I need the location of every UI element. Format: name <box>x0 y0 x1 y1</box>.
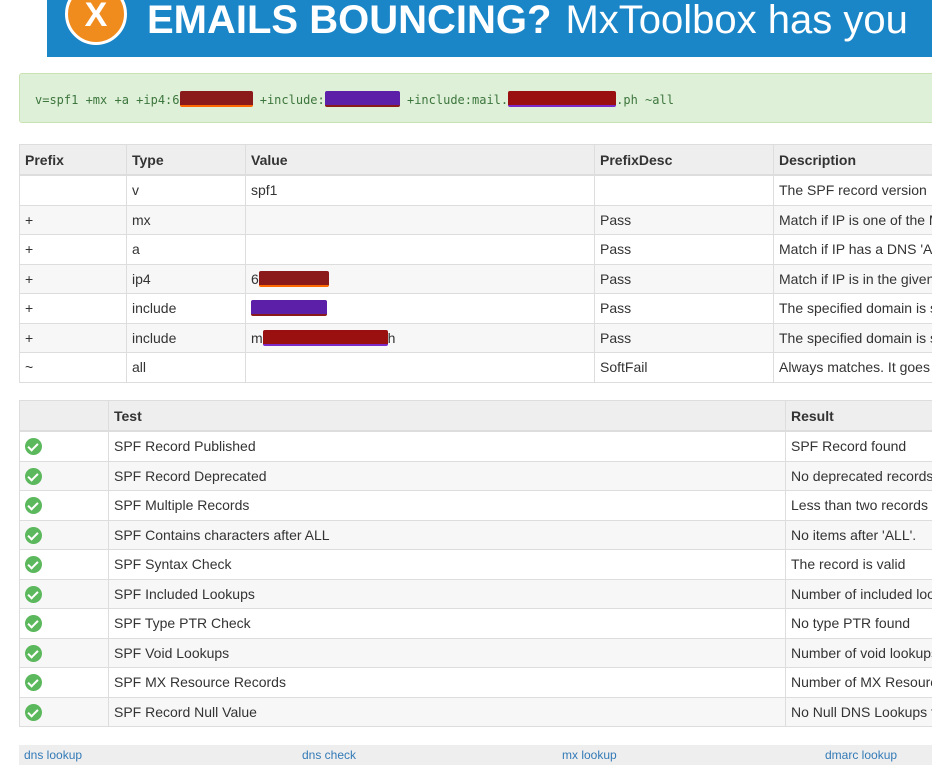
redaction <box>251 300 327 316</box>
check-icon <box>25 438 42 455</box>
table-row: SPF MX Resource RecordsNumber of MX Reso… <box>20 668 932 698</box>
check-icon <box>25 615 42 632</box>
col-status <box>20 401 109 432</box>
table-row: SPF Included LookupsNumber of included l… <box>20 579 932 609</box>
spf-mechanisms-table: Prefix Type Value PrefixDesc Description… <box>19 144 932 383</box>
redaction <box>180 91 253 107</box>
spf-record-text: v=spf1 +mx +a +ip4:6 +include: +include:… <box>35 91 674 107</box>
col-prefix: Prefix <box>20 145 127 176</box>
link-dns-check[interactable]: dns check <box>302 748 356 762</box>
table-header-row: Prefix Type Value PrefixDesc Description <box>20 145 932 176</box>
check-icon <box>25 674 42 691</box>
link-dns-lookup[interactable]: dns lookup <box>24 748 82 762</box>
table-row: v spf1 The SPF record version <box>20 175 932 205</box>
table-row: SPF Record Null ValueNo Null DNS Lookups… <box>20 697 932 727</box>
col-description: Description <box>774 145 932 176</box>
col-type: Type <box>127 145 246 176</box>
table-row: + ip4 6 Pass Match if IP is in the given… <box>20 264 932 294</box>
redaction <box>263 330 388 346</box>
table-row: SPF Void LookupsNumber of void lookups i <box>20 638 932 668</box>
footer-links: dns lookup dns check mx lookup dmarc loo… <box>19 745 932 765</box>
check-icon <box>25 527 42 544</box>
redaction <box>508 91 616 107</box>
table-row: + include mh Pass The specified domain i… <box>20 323 932 353</box>
table-row: + a Pass Match if IP has a DNS 'A' r <box>20 235 932 265</box>
check-icon <box>25 704 42 721</box>
table-row: SPF Record DeprecatedNo deprecated recor… <box>20 461 932 491</box>
check-icon <box>25 556 42 573</box>
redaction <box>259 271 329 287</box>
ad-banner[interactable]: X EMAILS BOUNCING?MxToolbox has you <box>47 0 932 57</box>
spf-tests-table: Test Result SPF Record PublishedSPF Reco… <box>19 400 932 727</box>
table-row: + include Pass The specified domain is s… <box>20 294 932 324</box>
table-row: SPF Syntax CheckThe record is valid <box>20 550 932 580</box>
col-value: Value <box>246 145 595 176</box>
redaction <box>325 91 400 107</box>
banner-headline: EMAILS BOUNCING?MxToolbox has you <box>147 0 908 44</box>
col-test: Test <box>109 401 786 432</box>
mxtoolbox-logo-icon: X <box>65 0 127 45</box>
table-row: SPF Type PTR CheckNo type PTR found <box>20 609 932 639</box>
col-prefixdesc: PrefixDesc <box>595 145 774 176</box>
table-row: SPF Record PublishedSPF Record found <box>20 431 932 461</box>
link-mx-lookup[interactable]: mx lookup <box>562 748 617 762</box>
check-icon <box>25 586 42 603</box>
col-result: Result <box>786 401 932 432</box>
table-row: SPF Contains characters after ALLNo item… <box>20 520 932 550</box>
check-icon <box>25 468 42 485</box>
check-icon <box>25 645 42 662</box>
table-row: + mx Pass Match if IP is one of the MX <box>20 205 932 235</box>
spf-record-box: v=spf1 +mx +a +ip4:6 +include: +include:… <box>19 73 932 123</box>
check-icon <box>25 497 42 514</box>
table-row: SPF Multiple RecordsLess than two record… <box>20 491 932 521</box>
link-dmarc-lookup[interactable]: dmarc lookup <box>825 748 897 762</box>
table-header-row: Test Result <box>20 401 932 432</box>
table-row: ~ all SoftFail Always matches. It goes a… <box>20 353 932 383</box>
